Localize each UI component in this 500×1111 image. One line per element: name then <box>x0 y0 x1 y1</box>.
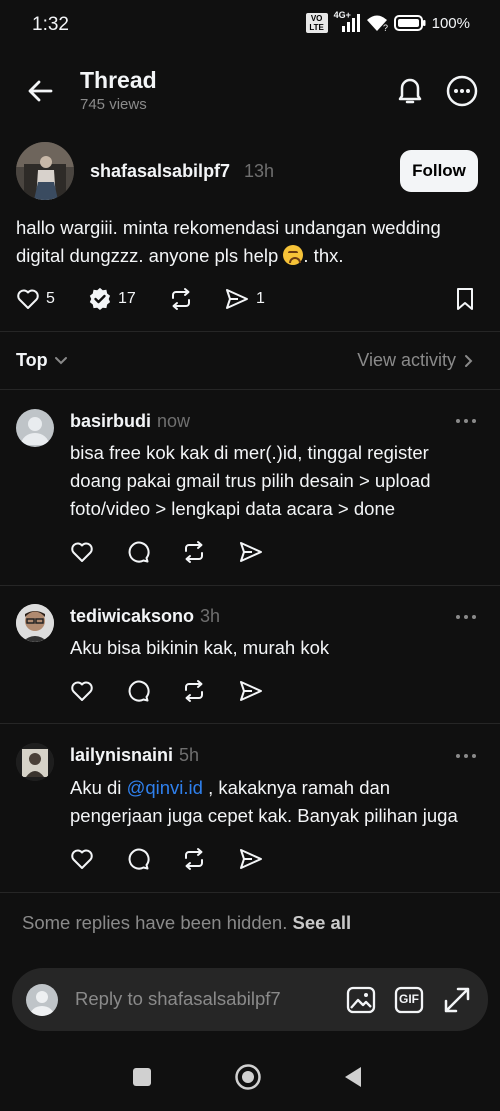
reply-time: 5h <box>179 745 200 765</box>
share-count: 1 <box>256 290 265 307</box>
reply-username-text: lailynisnaini <box>70 745 174 765</box>
gif-button[interactable]: GIF <box>393 984 425 1016</box>
divider <box>0 892 500 893</box>
post-time: 13h <box>244 161 275 181</box>
verified-repost-icon <box>88 287 112 311</box>
chevron-down-icon <box>54 356 68 366</box>
reply-text-start: Aku di <box>70 777 127 798</box>
post-text-main: hallo wargiii. minta rekomendasi undanga… <box>16 217 441 266</box>
follow-button[interactable]: Follow <box>400 150 478 192</box>
reply-text: bisa free kok kak di mer(.)id, tinggal r… <box>70 442 431 519</box>
reply-username[interactable]: lailynisnaini 5h <box>70 745 199 766</box>
repost-button[interactable] <box>168 287 194 311</box>
view-activity-label: View activity <box>357 350 456 370</box>
heart-icon <box>16 287 40 311</box>
home-button[interactable] <box>234 1063 262 1091</box>
comment-icon[interactable] <box>126 679 150 703</box>
status-icons: VO LTE 4G+ ? 100% <box>305 10 470 33</box>
battery-icon <box>393 15 426 31</box>
heart-icon[interactable] <box>70 679 94 703</box>
hidden-replies-notice: Some replies have been hidden. See all <box>22 912 351 934</box>
see-all-link[interactable]: See all <box>293 912 352 933</box>
hidden-replies-text: Some replies have been hidden. <box>22 912 288 933</box>
send-icon[interactable] <box>238 679 264 703</box>
heart-icon[interactable] <box>70 540 94 564</box>
heart-icon[interactable] <box>70 847 94 871</box>
reply-more-icon[interactable] <box>454 751 478 761</box>
reply-text: Aku di @qinvi.id , kakaknya ramah dan pe… <box>70 774 480 830</box>
bell-icon[interactable] <box>394 74 426 106</box>
sort-dropdown[interactable]: Top <box>16 350 68 371</box>
repost-count-button[interactable]: 17 <box>88 287 136 311</box>
bookmark-icon <box>454 287 476 311</box>
chevron-right-icon <box>464 354 474 368</box>
reply-text: Aku bisa bikinin kak, murah kok <box>70 637 330 658</box>
network-type: 4G+ <box>333 10 351 20</box>
share-button[interactable]: 1 <box>224 287 265 311</box>
reply-username[interactable]: basirbudi now <box>70 411 190 432</box>
divider <box>0 723 500 724</box>
like-button[interactable]: 5 <box>16 287 55 311</box>
reply-avatar[interactable] <box>16 743 54 781</box>
repost-icon[interactable] <box>181 540 207 564</box>
repost-icon[interactable] <box>181 679 207 703</box>
reply-username-text: tediwicaksono <box>70 606 195 626</box>
view-activity-link[interactable]: View activity <box>357 350 474 371</box>
post-text-end: . thx. <box>303 245 344 266</box>
sort-label: Top <box>16 350 48 370</box>
repost-icon[interactable] <box>181 847 207 871</box>
author-username[interactable]: shafasalsabilpf7 <box>90 161 230 182</box>
svg-text:?: ? <box>383 23 388 32</box>
battery-percent: 100% <box>431 14 470 32</box>
divider <box>0 389 500 390</box>
post-body: hallo wargiii. minta rekomendasi undanga… <box>16 214 486 270</box>
reply-time: 3h <box>200 606 221 626</box>
comment-icon[interactable] <box>126 847 150 871</box>
image-icon[interactable] <box>345 984 377 1016</box>
status-time: 1:32 <box>32 14 69 35</box>
back-arrow-icon[interactable] <box>24 74 58 108</box>
more-options-icon[interactable] <box>445 74 479 108</box>
reply-avatar[interactable] <box>16 409 54 447</box>
author-avatar[interactable] <box>16 142 74 200</box>
reply-input[interactable]: Reply to shafasalsabilpf7 <box>75 988 281 1010</box>
reply-username[interactable]: tediwicaksono 3h <box>70 606 220 627</box>
like-count: 5 <box>46 290 55 307</box>
volte-badge: VO LTE <box>305 13 328 33</box>
page-title: Thread <box>80 67 157 93</box>
system-back-button[interactable] <box>343 1066 363 1088</box>
send-icon[interactable] <box>238 847 264 871</box>
divider <box>0 585 500 586</box>
persevering-face-emoji-icon <box>283 245 304 265</box>
send-icon <box>224 287 250 311</box>
send-icon[interactable] <box>238 540 264 564</box>
reply-time: now <box>157 411 191 431</box>
status-bar: 1:32 VO LTE 4G+ ? 100% <box>0 0 500 48</box>
view-count: 745 views <box>80 96 147 113</box>
reply-more-icon[interactable] <box>454 416 478 426</box>
divider <box>0 331 500 332</box>
comment-icon[interactable] <box>126 540 150 564</box>
reply-more-icon[interactable] <box>454 612 478 622</box>
signal-icon: 4G+ <box>334 10 360 32</box>
gif-label: GIF <box>399 992 419 1006</box>
reply-username-text: basirbudi <box>70 411 152 431</box>
wifi-icon: ? <box>366 14 388 32</box>
repost-count: 17 <box>118 290 136 307</box>
expand-icon[interactable] <box>441 984 473 1016</box>
bookmark-button[interactable] <box>454 287 476 311</box>
recents-button[interactable] <box>133 1068 151 1086</box>
composer-avatar <box>26 984 58 1016</box>
mention-link[interactable]: @qinvi.id <box>127 777 203 798</box>
reply-avatar[interactable] <box>16 604 54 642</box>
post-actions: 5 17 1 <box>16 284 486 316</box>
repost-icon <box>168 287 194 311</box>
